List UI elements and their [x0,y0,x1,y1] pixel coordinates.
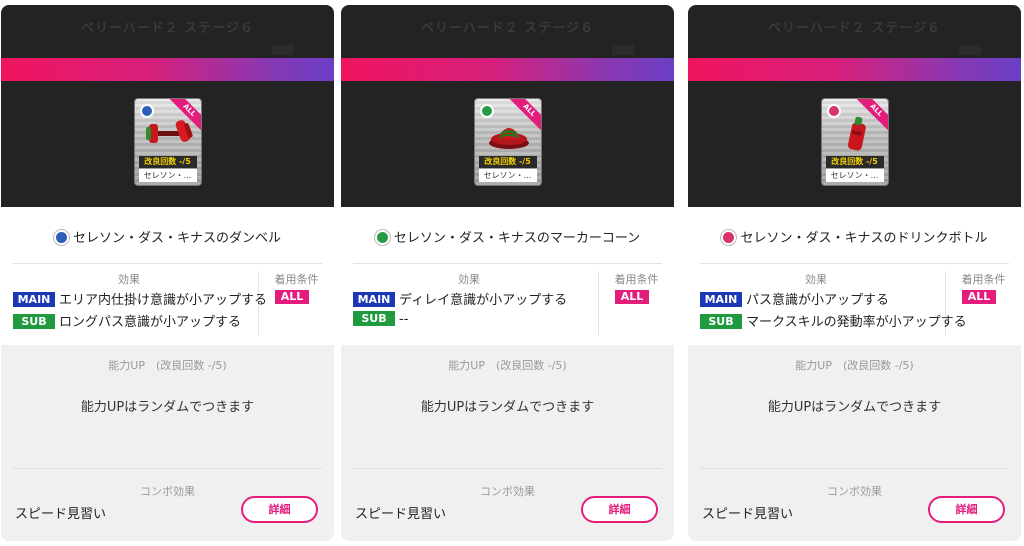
item-thumbnail-card[interactable]: ALL 改良回数 -/5 セレソン・... [820,98,889,186]
detail-button[interactable]: 詳細 [581,496,658,523]
ability-up-heading: 能力UP (改良回数 -/5) [448,359,567,372]
item-thumbnail-card[interactable]: ALL 改良回数 -/5 セレソン・... [133,98,202,186]
hero-decoration [272,45,294,55]
sub-tag: SUB [13,314,55,329]
main-tag: MAIN [353,292,395,307]
ability-up-text: 能力UPはランダムでつきます [767,400,942,415]
dumbbell-icon [145,120,193,143]
main-effect-text: エリア内仕掛け意識が小アップする [59,293,268,308]
ability-up-heading: 能力UP (改良回数 -/5) [108,359,227,372]
sub-tag: SUB [700,314,742,329]
item-info-section: セレソン・ダス・キナスのドリンクボトル 効果 着用条件 ALL MAIN パス意識… [688,207,1021,345]
card-short-name: セレソン・... [825,169,884,182]
sub-effect-row: SUB マークスキルの発動率が小アップする [700,311,967,330]
stage-title: ベリーハード２ ステージ６ [767,21,941,36]
ability-up-text: 能力UPはランダムでつきます [420,400,595,415]
hero-decoration [959,45,981,55]
divider [700,468,1009,469]
main-effect-row: MAIN パス意識が小アップする [700,289,890,308]
shirt-green-icon [374,230,390,245]
combo-value: スピード見習い [15,507,107,522]
main-effect-row: MAIN エリア内仕掛け意識が小アップする [13,289,268,308]
combo-value: スピード見習い [702,507,794,522]
sub-effect-text: マークスキルの発動率が小アップする [746,315,967,330]
divider [700,263,1009,264]
main-tag: MAIN [13,292,55,307]
effect-heading: 効果 [805,273,827,286]
gradient-banner [1,58,334,81]
divider [13,263,322,264]
sub-effect-text: -- [399,312,409,327]
drink-bottle-icon [847,116,866,151]
equip-condition-badge: ALL [615,290,649,304]
sub-effect-row: SUB ロングパス意識が小アップする [13,311,242,330]
main-effect-text: パス意識が小アップする [746,293,890,308]
equip-condition-heading: 着用条件 [614,273,659,286]
divider [353,468,662,469]
effect-heading: 効果 [118,273,140,286]
detail-button[interactable]: 詳細 [241,496,318,523]
item-hero-area: ベリーハード２ ステージ６ ALL 改良回数 -/5 セレソン・... [1,5,334,207]
card-upgrade-count: 改良回数 -/5 [478,156,537,168]
hero-decoration [612,45,634,55]
item-name-row: セレソン・ダス・キナスのマーカーコーン [341,227,674,246]
item-name-row: セレソン・ダス・キナスのダンベル [1,227,334,246]
item-hero-area: ベリーハード２ ステージ６ ALL 改良回数 -/5 セレソン・... [341,5,674,207]
effect-heading: 効果 [458,273,480,286]
item-name: セレソン・ダス・キナスのマーカーコーン [393,231,641,246]
item-name: セレソン・ダス・キナスのダンベル [72,231,281,246]
divider [353,263,662,264]
equip-condition-heading: 着用条件 [274,273,319,286]
equip-condition-badge: ALL [275,290,309,304]
item-info-section: セレソン・ダス・キナスのダンベル 効果 着用条件 ALL MAIN エリア内仕掛け… [1,207,334,345]
gradient-banner [688,58,1021,81]
sub-tag: SUB [353,311,395,326]
card-short-name: セレソン・... [138,169,197,182]
marker-cone-icon [488,128,529,149]
shirt-pink-icon [721,230,737,245]
item-card-panel-dumbbell: ベリーハード２ ステージ６ ALL 改良回数 -/5 セレソン・... セレソン… [1,5,334,541]
item-name-row: セレソン・ダス・キナスのドリンクボトル [688,227,1021,246]
card-short-name: セレソン・... [478,169,537,182]
main-effect-row: MAIN ディレイ意識が小アップする [353,289,568,308]
ability-up-text: 能力UPはランダムでつきます [80,400,255,415]
main-effect-text: ディレイ意識が小アップする [399,293,568,308]
shirt-blue-icon [53,230,69,245]
combo-value: スピード見習い [355,507,447,522]
item-card-panel-drink-bottle: ベリーハード２ ステージ６ ALL 改良回数 -/5 セレソン・... セレソン… [688,5,1021,541]
ability-up-heading: 能力UP (改良回数 -/5) [795,359,914,372]
gradient-banner [341,58,674,81]
item-hero-area: ベリーハード２ ステージ６ ALL 改良回数 -/5 セレソン・... [688,5,1021,207]
main-tag: MAIN [700,292,742,307]
equip-condition-badge: ALL [962,290,996,304]
stage-title: ベリーハード２ ステージ６ [80,21,254,36]
item-info-section: セレソン・ダス・キナスのマーカーコーン 効果 着用条件 ALL MAIN ディレイ… [341,207,674,345]
divider [13,468,322,469]
sub-effect-row: SUB -- [353,311,408,327]
item-card-panel-marker-cone: ベリーハード２ ステージ６ ALL 改良回数 -/5 セレソン・... セレソン… [341,5,674,541]
stage-title: ベリーハード２ ステージ６ [420,21,594,36]
card-upgrade-count: 改良回数 -/5 [825,156,884,168]
item-thumbnail-card[interactable]: ALL 改良回数 -/5 セレソン・... [473,98,542,186]
card-upgrade-count: 改良回数 -/5 [138,156,197,168]
equip-condition-heading: 着用条件 [961,273,1006,286]
item-name: セレソン・ダス・キナスのドリンクボトル [740,231,988,246]
detail-button[interactable]: 詳細 [928,496,1005,523]
sub-effect-text: ロングパス意識が小アップする [59,315,242,330]
